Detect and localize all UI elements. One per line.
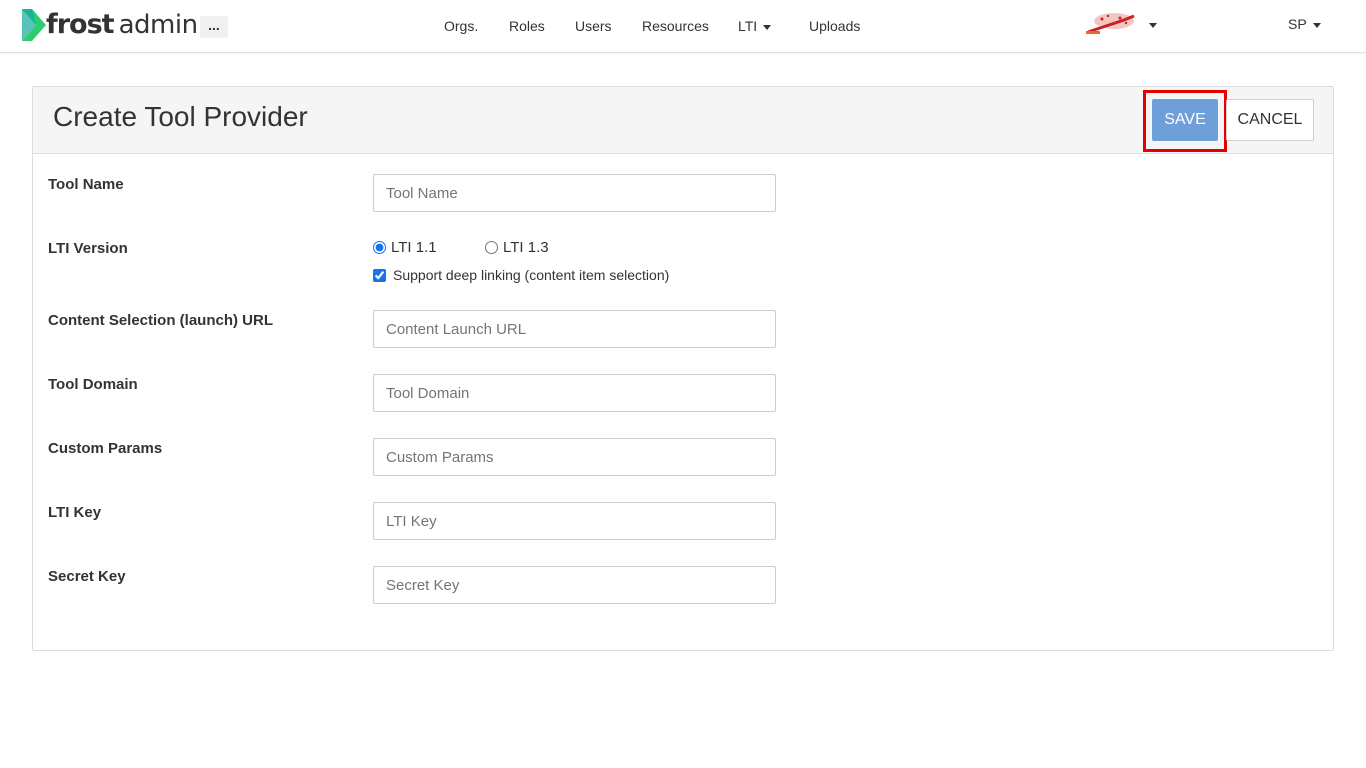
org-caret-down-icon[interactable] xyxy=(1149,23,1157,28)
secret-key-label: Secret Key xyxy=(48,568,126,585)
lti-key-input[interactable] xyxy=(373,502,776,540)
custom-params-input[interactable] xyxy=(373,438,776,476)
deep-linking-checkbox-input[interactable] xyxy=(373,268,386,282)
page-title: Create Tool Provider xyxy=(53,101,308,132)
radio-lti-1-1[interactable]: LTI 1.1 xyxy=(373,239,437,256)
frost-logo[interactable]: frost admin xyxy=(22,8,198,42)
tool-domain-label: Tool Domain xyxy=(48,376,138,393)
nav-item-lti[interactable]: LTI xyxy=(738,16,772,36)
custom-params-label: Custom Params xyxy=(48,440,163,457)
user-menu[interactable]: SP xyxy=(1288,16,1321,32)
radio-lti-1-3-input[interactable] xyxy=(485,241,498,254)
tool-name-label: Tool Name xyxy=(48,176,124,193)
logo-text-main: frost xyxy=(46,9,115,40)
nav-item-uploads[interactable]: Uploads xyxy=(809,16,860,36)
launch-url-label: Content Selection (launch) URL xyxy=(48,312,273,329)
card-header: Create Tool Provider SAVE CANCEL xyxy=(33,87,1333,154)
deep-linking-checkbox[interactable]: Support deep linking (content item selec… xyxy=(373,267,669,283)
user-caret-down-icon xyxy=(1312,22,1321,28)
save-button[interactable]: SAVE xyxy=(1152,99,1218,141)
deep-linking-label: Support deep linking (content item selec… xyxy=(393,267,670,283)
secret-key-input[interactable] xyxy=(373,566,776,604)
nav-item-resources[interactable]: Resources xyxy=(642,16,709,36)
org-logo-icon[interactable] xyxy=(1084,10,1138,36)
top-navbar: frost admin ... Orgs. Roles Users Resour… xyxy=(0,0,1366,53)
user-initials: SP xyxy=(1288,16,1307,32)
tool-domain-input[interactable] xyxy=(373,374,776,412)
logo-text-sub: admin xyxy=(118,10,198,40)
radio-lti-1-3-label: LTI 1.3 xyxy=(503,239,549,256)
launch-url-input[interactable] xyxy=(373,310,776,348)
nav-item-orgs[interactable]: Orgs. xyxy=(444,16,478,36)
lti-key-label: LTI Key xyxy=(48,504,102,521)
radio-lti-1-3[interactable]: LTI 1.3 xyxy=(485,239,549,256)
lti-version-label: LTI Version xyxy=(48,240,128,257)
radio-lti-1-1-input[interactable] xyxy=(373,241,386,254)
cancel-button[interactable]: CANCEL xyxy=(1226,99,1314,141)
create-tool-provider-card: Create Tool Provider SAVE CANCEL Tool Na… xyxy=(32,86,1334,651)
nav-item-roles[interactable]: Roles xyxy=(509,16,545,36)
nav-item-users[interactable]: Users xyxy=(575,16,612,36)
more-button[interactable]: ... xyxy=(200,16,228,38)
tool-name-input[interactable] xyxy=(373,174,776,212)
nav-item-lti-label: LTI xyxy=(738,18,758,34)
radio-lti-1-1-label: LTI 1.1 xyxy=(391,239,437,256)
frost-chevron-logo-icon xyxy=(22,9,46,41)
caret-down-icon xyxy=(763,24,772,30)
